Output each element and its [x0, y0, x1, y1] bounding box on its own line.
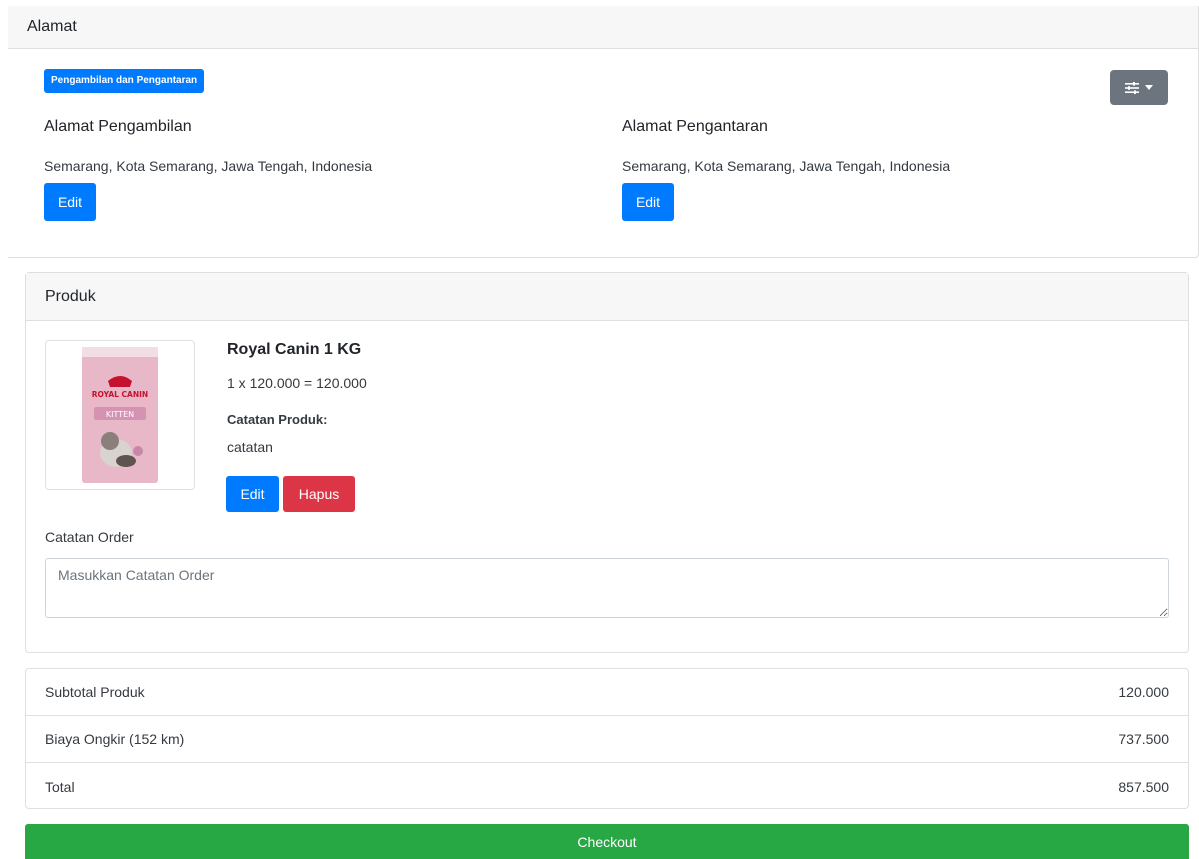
product-card-header: Produk — [26, 273, 1188, 321]
summary-value: 120.000 — [1118, 684, 1169, 700]
summary-row-shipping: Biaya Ongkir (152 km) 737.500 — [26, 716, 1188, 763]
chevron-down-icon — [1145, 85, 1153, 90]
settings-dropdown-button[interactable] — [1110, 70, 1168, 105]
address-card: Alamat Pengambilan dan Pengantaran Alama… — [8, 6, 1199, 258]
summary-label: Subtotal Produk — [45, 684, 145, 700]
service-type-badge: Pengambilan dan Pengantaran — [44, 69, 205, 93]
edit-product-button[interactable]: Edit — [226, 476, 279, 512]
product-price-line: 1 x 120.000 = 120.000 — [227, 375, 367, 391]
order-summary: Subtotal Produk 120.000 Biaya Ongkir (15… — [25, 668, 1189, 809]
order-note-label: Catatan Order — [45, 529, 134, 545]
delivery-address-title: Alamat Pengantaran — [622, 118, 768, 135]
package-variant-text: KITTEN — [106, 410, 134, 419]
delivery-address-text: Semarang, Kota Semarang, Jawa Tengah, In… — [622, 158, 951, 174]
checkout-button[interactable]: Checkout — [25, 824, 1189, 859]
product-card: Produk ROYAL CANIN KITTEN Royal Canin 1 … — [25, 272, 1189, 653]
product-name: Royal Canin 1 KG — [227, 341, 362, 358]
product-card-title: Produk — [45, 287, 96, 305]
pickup-address-title: Alamat Pengambilan — [44, 118, 192, 135]
address-card-title: Alamat — [27, 18, 77, 35]
delivery-address-section: Alamat Pengantaran Semarang, Kota Semara… — [622, 116, 950, 175]
sliders-icon — [1125, 81, 1139, 94]
order-note-input[interactable] — [45, 558, 1169, 618]
product-image: ROYAL CANIN KITTEN — [45, 340, 195, 490]
summary-label: Biaya Ongkir (152 km) — [45, 731, 185, 747]
product-note: catatan — [227, 439, 273, 455]
summary-row-subtotal: Subtotal Produk 120.000 — [26, 669, 1188, 716]
product-note-label: Catatan Produk: — [227, 412, 328, 427]
product-package-image: ROYAL CANIN KITTEN — [82, 347, 158, 483]
pickup-address-section: Alamat Pengambilan Semarang, Kota Semara… — [44, 116, 372, 175]
summary-row-total: Total 857.500 — [26, 763, 1188, 810]
package-brand-text: ROYAL CANIN — [92, 390, 148, 399]
address-card-header: Alamat — [8, 6, 1198, 49]
summary-label: Total — [45, 778, 75, 795]
summary-value: 737.500 — [1118, 731, 1169, 747]
summary-value: 857.500 — [1118, 778, 1169, 795]
edit-pickup-address-button[interactable]: Edit — [44, 183, 96, 221]
edit-delivery-address-button[interactable]: Edit — [622, 183, 674, 221]
pickup-address-text: Semarang, Kota Semarang, Jawa Tengah, In… — [44, 158, 373, 174]
delete-product-button[interactable]: Hapus — [283, 476, 355, 512]
